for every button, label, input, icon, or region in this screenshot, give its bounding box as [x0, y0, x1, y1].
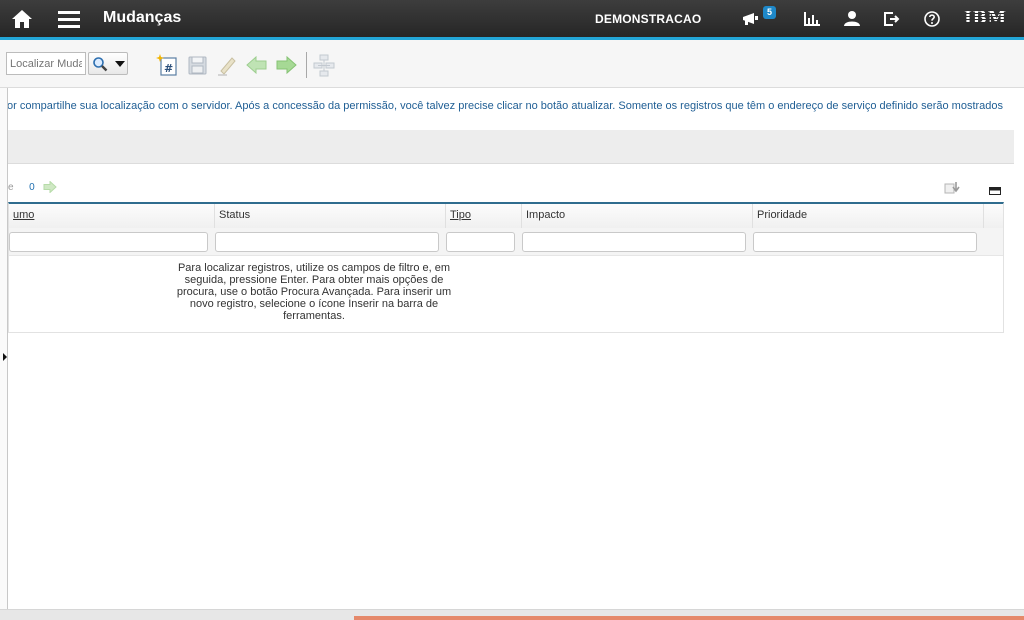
app-title: Mudanças — [103, 9, 182, 26]
column-header-status[interactable]: Status — [215, 204, 446, 228]
column-header-priority[interactable]: Prioridade — [753, 204, 984, 228]
progress-indicator — [354, 616, 1024, 620]
column-header-spacer — [984, 204, 1003, 228]
pagination: e 0 — [8, 180, 57, 194]
empty-results-message: Para localizar registros, utilize os cam… — [176, 262, 452, 322]
results-table: umo Status Tipo Impacto Prioridade Para … — [8, 202, 1004, 333]
download-icon[interactable] — [944, 181, 960, 195]
home-icon[interactable] — [10, 0, 34, 37]
magnifier-icon — [93, 57, 108, 72]
sign-out-icon[interactable] — [883, 0, 901, 37]
quick-search-input[interactable] — [6, 52, 86, 75]
svg-text:#: # — [164, 62, 173, 75]
notification-badge[interactable]: 5 — [763, 6, 777, 19]
search-options-button[interactable] — [88, 52, 128, 75]
minimize-table-icon[interactable] — [989, 183, 1001, 195]
pagination-label: e — [8, 182, 14, 193]
reports-icon[interactable] — [803, 0, 821, 37]
filter-row — [9, 228, 1003, 256]
clear-changes-icon[interactable] — [215, 53, 239, 77]
filter-status-input[interactable] — [215, 232, 439, 252]
save-icon[interactable] — [185, 53, 209, 77]
profile-icon[interactable] — [843, 0, 861, 37]
toolbar: # — [0, 40, 1024, 88]
filter-priority-input[interactable] — [753, 232, 977, 252]
ibm-logo: IBM — [964, 8, 1007, 28]
location-permission-message: or compartilhe sua localização com o ser… — [7, 100, 1004, 112]
top-navigation-bar: Mudanças DEMONSTRACAO 5 IBM — [0, 0, 1024, 37]
help-icon[interactable] — [922, 0, 942, 37]
app-window: Mudanças DEMONSTRACAO 5 IBM # — [0, 0, 1024, 620]
expand-panel-arrow-icon[interactable] — [3, 353, 7, 361]
workflow-icon[interactable] — [312, 53, 336, 77]
menu-icon[interactable] — [57, 0, 81, 37]
filter-impact-input[interactable] — [522, 232, 746, 252]
pagination-count: 0 — [29, 182, 35, 193]
filter-band — [8, 130, 1014, 164]
new-record-icon[interactable]: # — [155, 53, 179, 77]
column-header-summary[interactable]: umo — [9, 204, 215, 228]
toolbar-separator — [306, 52, 307, 78]
previous-record-icon[interactable] — [245, 53, 269, 77]
column-header-type[interactable]: Tipo — [446, 204, 522, 228]
bulletin-icon[interactable] — [741, 0, 761, 37]
column-header-impact[interactable]: Impacto — [522, 204, 753, 228]
chevron-down-icon — [115, 61, 125, 67]
next-record-icon[interactable] — [274, 53, 298, 77]
user-name: DEMONSTRACAO — [595, 12, 702, 26]
filter-summary-input[interactable] — [9, 232, 208, 252]
next-page-icon[interactable] — [43, 180, 57, 194]
filter-type-input[interactable] — [446, 232, 515, 252]
